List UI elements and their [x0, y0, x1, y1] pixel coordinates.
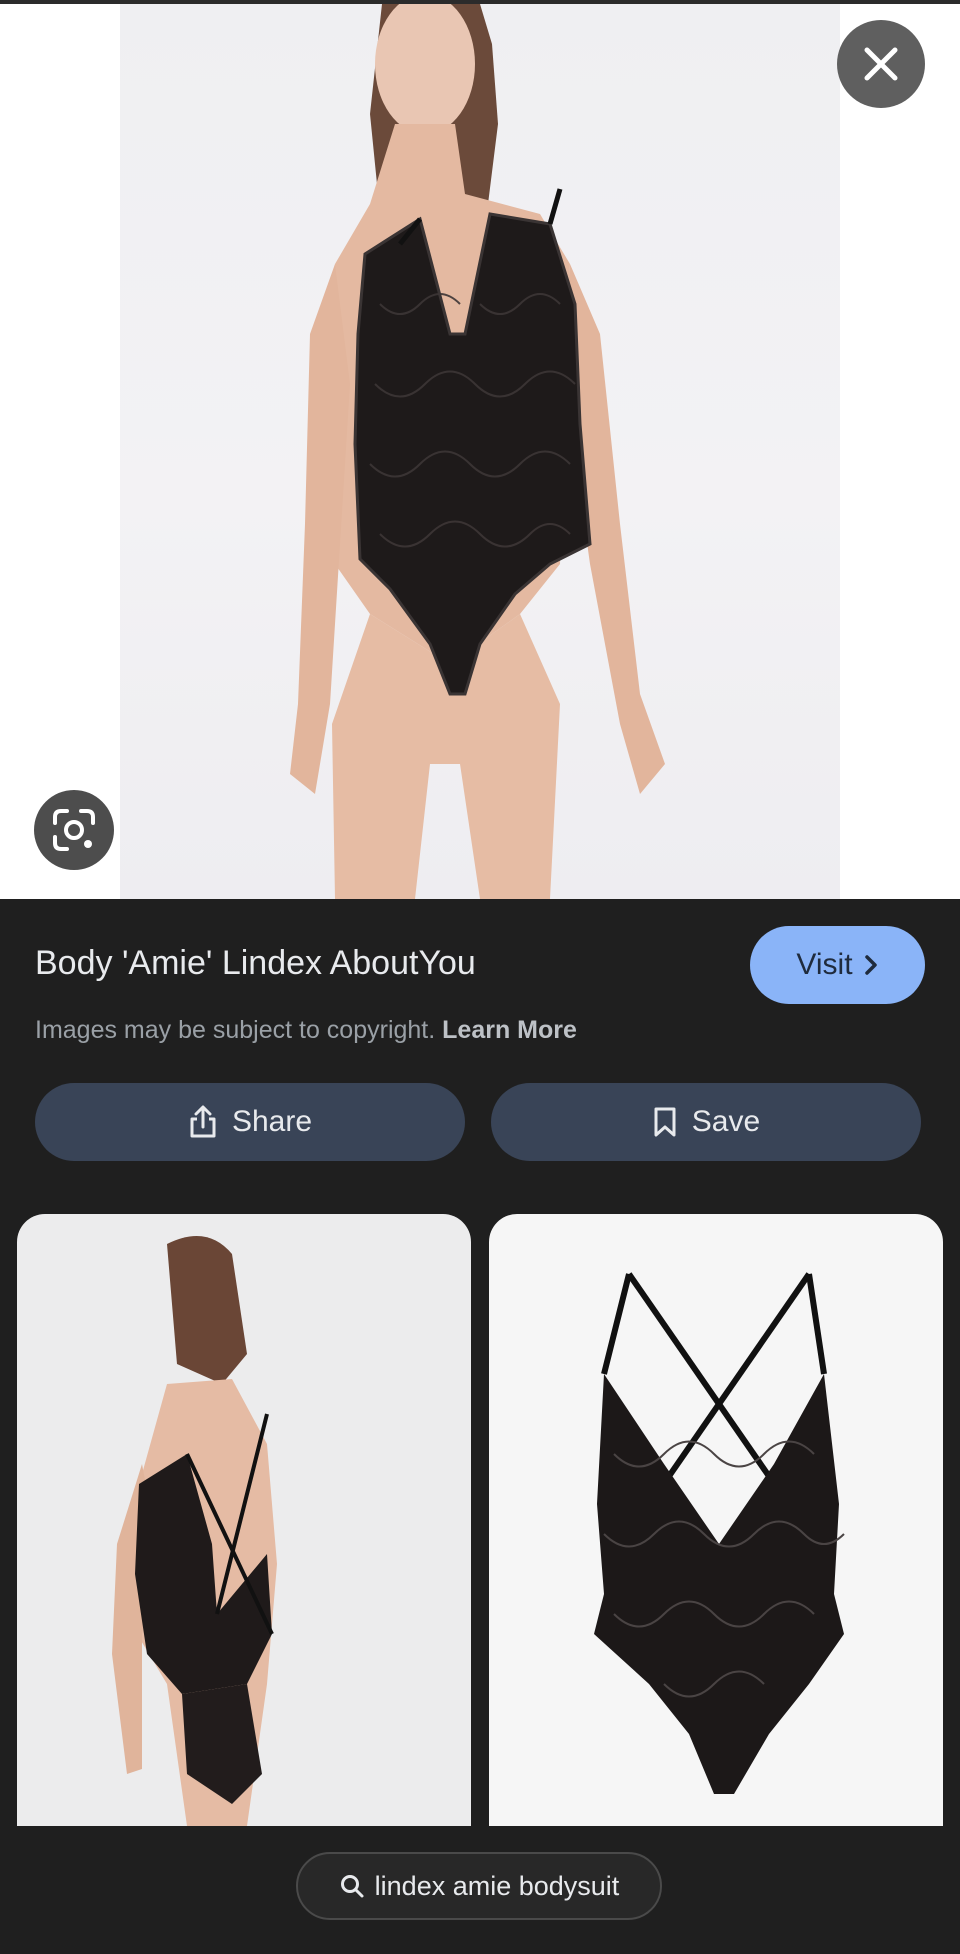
save-button[interactable]: Save [491, 1083, 921, 1161]
product-photo-flat-bodysuit [594, 1272, 845, 1794]
search-icon [340, 1875, 364, 1898]
product-photo-front [290, 4, 665, 899]
visit-button-label: Visit [796, 948, 853, 981]
result-title[interactable]: Body 'Amie' Lindex AboutYou [35, 941, 735, 985]
google-lens-icon [53, 809, 95, 851]
result-info-panel: Body 'Amie' Lindex AboutYou Visit Images… [0, 899, 960, 1954]
close-button[interactable] [837, 20, 925, 108]
bookmark-icon [654, 1107, 676, 1137]
copyright-notice: Images may be subject to copyright. Lear… [35, 1015, 577, 1045]
share-button[interactable]: Share [35, 1083, 465, 1161]
learn-more-link[interactable]: Learn More [442, 1016, 577, 1044]
search-query-text: lindex amie bodysuit [374, 1870, 620, 1901]
product-photo-back-view [112, 1236, 277, 1826]
google-lens-button[interactable] [34, 790, 114, 870]
related-result-item[interactable] [489, 1214, 943, 1826]
share-icon [190, 1105, 216, 1138]
main-product-image[interactable] [120, 4, 840, 899]
image-preview [0, 4, 960, 899]
chevron-right-icon [864, 955, 877, 975]
close-icon [864, 47, 898, 81]
bottom-search-bar: lindex amie bodysuit [0, 1826, 960, 1954]
copyright-text: Images may be subject to copyright. [35, 1016, 436, 1044]
share-button-label: Share [231, 1105, 313, 1138]
save-button-label: Save [691, 1105, 761, 1138]
related-result-item[interactable] [17, 1214, 471, 1826]
search-query-chip[interactable]: lindex amie bodysuit [296, 1852, 662, 1920]
visit-button[interactable]: Visit [750, 926, 925, 1004]
